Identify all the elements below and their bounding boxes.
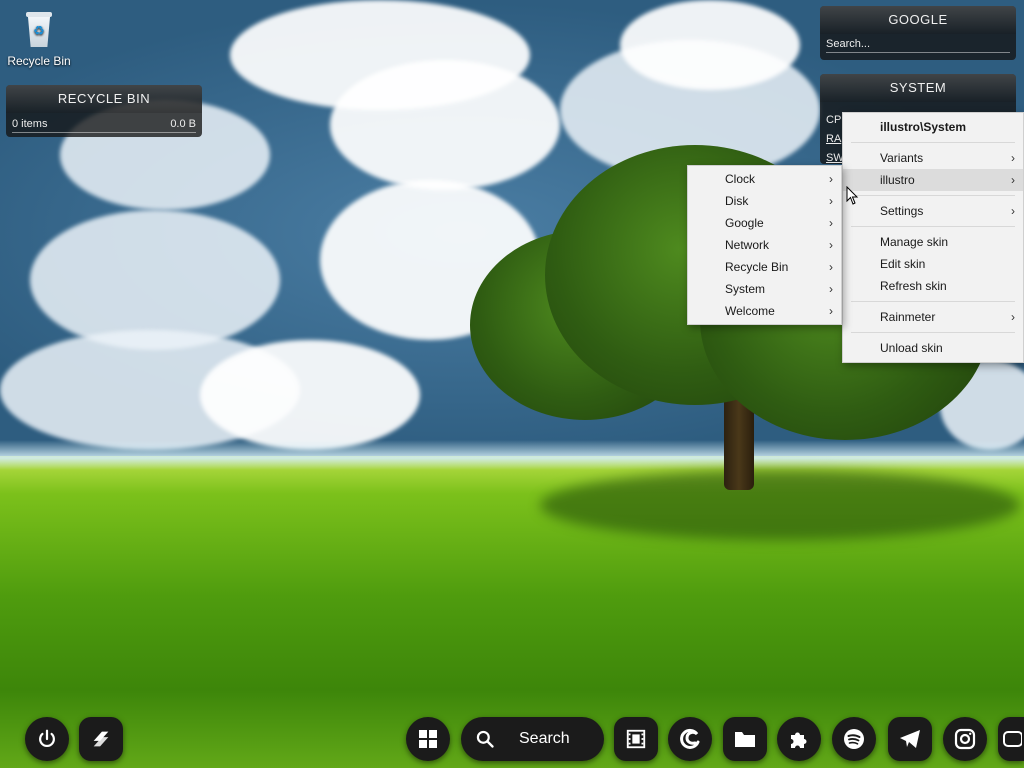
skin-context-menu: illustro\System Variants › illustro › Sett… (842, 112, 1024, 363)
taskbar-app-media[interactable] (614, 717, 658, 761)
recycle-bin-count: 0 items (12, 118, 48, 130)
recycle-bin-icon: ♻ (22, 10, 56, 50)
divider (826, 52, 1010, 53)
search-label: Search (519, 730, 570, 747)
google-skin[interactable]: GOOGLE Search... (820, 6, 1016, 60)
start-button[interactable] (406, 717, 450, 761)
menu-item-manage-skin[interactable]: Manage skin (843, 231, 1023, 253)
chevron-right-icon: › (1011, 204, 1015, 218)
taskbar-app-instagram[interactable] (943, 717, 987, 761)
skin-title: RECYCLE BIN (6, 85, 202, 113)
desktop-icon-recycle-bin[interactable]: ♻ Recycle Bin (6, 10, 72, 68)
chevron-right-icon: › (829, 216, 833, 230)
recycle-bin-size: 0.0 B (170, 118, 196, 130)
menu-item-refresh-skin[interactable]: Refresh skin (843, 275, 1023, 297)
power-button[interactable] (25, 717, 69, 761)
search-icon (476, 730, 494, 748)
desktop-icon-label: Recycle Bin (7, 54, 71, 68)
app-logo-button[interactable] (79, 717, 123, 761)
chevron-right-icon: › (829, 260, 833, 274)
youtube-icon (1003, 731, 1022, 747)
submenu-item-welcome[interactable]: Welcome › (688, 300, 841, 322)
chevron-right-icon: › (1011, 173, 1015, 187)
submenu-item-recycle-bin[interactable]: Recycle Bin › (688, 256, 841, 278)
menu-separator (851, 301, 1015, 302)
system-ram-label: RA (826, 133, 842, 145)
taskbar-app-edge[interactable] (668, 717, 712, 761)
submenu-item-clock[interactable]: Clock › (688, 168, 841, 190)
submenu-item-google[interactable]: Google › (688, 212, 841, 234)
chevron-right-icon: › (829, 172, 833, 186)
chevron-right-icon: › (829, 304, 833, 318)
menu-separator (851, 142, 1015, 143)
taskbar-app-files[interactable] (723, 717, 767, 761)
instagram-icon (954, 728, 976, 750)
edge-browser-icon (680, 728, 700, 749)
submenu-item-disk[interactable]: Disk › (688, 190, 841, 212)
skin-title: SYSTEM (820, 74, 1016, 102)
menu-item-rainmeter[interactable]: Rainmeter › (843, 306, 1023, 328)
skin-title: GOOGLE (820, 6, 1016, 34)
chevron-right-icon: › (829, 282, 833, 296)
power-icon (39, 729, 55, 748)
wallpaper-horizon (0, 440, 1024, 470)
tree-shadow (540, 470, 1020, 540)
menu-item-unload-skin[interactable]: Unload skin (843, 337, 1023, 359)
taskbar-app-extensions[interactable] (777, 717, 821, 761)
chevron-right-icon: › (829, 194, 833, 208)
taskbar-search-button[interactable]: Search (461, 717, 604, 761)
cloud (330, 60, 560, 190)
spotify-icon (844, 729, 864, 749)
taskbar-app-youtube[interactable] (998, 717, 1024, 761)
cloud (620, 0, 800, 90)
taskbar-app-telegram[interactable] (888, 717, 932, 761)
submenu-item-network[interactable]: Network › (688, 234, 841, 256)
menu-header-skin-name[interactable]: illustro\System (843, 116, 1023, 138)
google-search-input[interactable]: Search... (826, 38, 870, 50)
submenu-item-system[interactable]: System › (688, 278, 841, 300)
telegram-icon (900, 730, 920, 748)
folder-icon (735, 732, 755, 747)
film-strip-icon (626, 729, 646, 749)
cloud (30, 210, 280, 350)
menu-item-variants[interactable]: Variants › (843, 147, 1023, 169)
divider (12, 132, 196, 133)
chevron-right-icon: › (829, 238, 833, 252)
app-logo-icon (93, 731, 109, 747)
menu-separator (851, 226, 1015, 227)
chevron-right-icon: › (1011, 151, 1015, 165)
menu-separator (851, 195, 1015, 196)
menu-separator (851, 332, 1015, 333)
mouse-cursor-icon (846, 186, 859, 205)
menu-item-edit-skin[interactable]: Edit skin (843, 253, 1023, 275)
cloud (200, 340, 420, 450)
windows-start-icon (419, 730, 437, 748)
menu-item-settings[interactable]: Settings › (843, 200, 1023, 222)
recycle-bin-skin[interactable]: RECYCLE BIN 0 items 0.0 B (6, 85, 202, 137)
puzzle-icon (791, 732, 807, 748)
chevron-right-icon: › (1011, 310, 1015, 324)
illustro-submenu: Clock › Disk › Google › Network › Recycle Bi… (687, 165, 842, 325)
menu-item-illustro[interactable]: illustro › (843, 169, 1023, 191)
taskbar-app-spotify[interactable] (832, 717, 876, 761)
